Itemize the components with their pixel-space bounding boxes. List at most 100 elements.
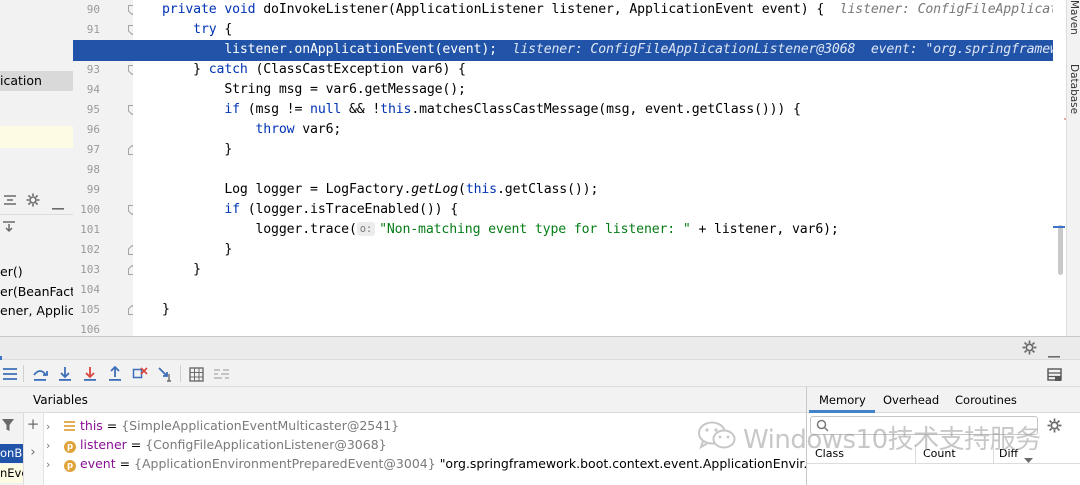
variable-name: event xyxy=(80,456,116,471)
watermark-text: Windows10技术支持服务 xyxy=(743,424,1041,455)
trace-stream-icon[interactable] xyxy=(212,365,230,383)
force-step-into-icon[interactable] xyxy=(81,365,99,383)
right-tool-strip: Maven Database xyxy=(1066,0,1080,336)
expand-icon[interactable]: › xyxy=(25,445,41,461)
gear-icon[interactable] xyxy=(1047,418,1062,437)
filter-frames-icon[interactable] xyxy=(2,220,16,237)
frame-item-selected[interactable]: onB xyxy=(0,444,23,463)
code-token: listener.onApplicationEvent(event); xyxy=(162,42,513,57)
code-line-current[interactable]: listener.onApplicationEvent(event); list… xyxy=(162,40,1053,60)
code-editor[interactable]: private void doInvokeListener(Applicatio… xyxy=(133,0,1053,336)
code-line[interactable]: } xyxy=(162,240,232,260)
variable-row[interactable]: › this = {SimpleApplicationEventMulticast… xyxy=(46,416,399,435)
project-panel: ication er() er(BeanFact ener, Applica xyxy=(0,0,73,336)
code-token: (msg != xyxy=(239,102,311,117)
line-number[interactable]: 91 xyxy=(73,20,100,40)
line-number[interactable]: 100 xyxy=(73,200,100,220)
code-token: } xyxy=(162,242,233,257)
code-token: this xyxy=(465,182,497,197)
code-line[interactable]: } catch (ClassCastException var6) { xyxy=(162,60,466,80)
layout-icon[interactable] xyxy=(1045,365,1063,383)
code-token: getLog xyxy=(411,182,459,197)
database-tool-tab[interactable]: Database xyxy=(1068,64,1080,114)
variable-name: listener xyxy=(80,437,127,452)
code-line[interactable]: Log logger = LogFactory.getLog(this.getC… xyxy=(162,180,598,200)
chevron-right-icon[interactable]: › xyxy=(46,417,58,436)
tab-overhead[interactable]: Overhead xyxy=(883,393,939,407)
frame-item[interactable]: er() xyxy=(0,262,23,282)
scroll-position-mark xyxy=(1053,226,1065,228)
code-line[interactable]: private void doInvokeListener(Applicatio… xyxy=(162,0,1053,20)
line-number[interactable]: 94 xyxy=(73,80,100,100)
frame-item[interactable]: nEve xyxy=(0,464,23,483)
code-line[interactable]: String msg = var6.getMessage(); xyxy=(162,80,466,100)
line-number[interactable]: 104 xyxy=(73,280,100,300)
step-over-icon[interactable] xyxy=(31,365,49,383)
line-number[interactable]: 93 xyxy=(73,60,100,80)
code-token: private void xyxy=(162,2,264,17)
code-token: try xyxy=(193,22,217,37)
code-token: } xyxy=(162,302,170,317)
filter-icon[interactable] xyxy=(2,419,14,435)
step-out-icon[interactable] xyxy=(106,365,124,383)
line-number[interactable]: 98 xyxy=(73,160,100,180)
variable-value: {SimpleApplicationEventMulticaster@2541} xyxy=(121,418,400,433)
code-line[interactable]: throw var6; xyxy=(162,120,341,140)
code-line[interactable]: if (msg != null && !this.matchesClassCas… xyxy=(162,100,801,120)
variable-row[interactable]: › p listener = {ConfigFileApplicationListe… xyxy=(46,435,387,454)
code-token: + listener, var6); xyxy=(690,222,839,237)
code-token: } xyxy=(162,62,209,77)
line-number[interactable]: 97 xyxy=(73,140,100,160)
divider xyxy=(23,365,24,382)
code-token: { xyxy=(216,22,233,37)
drop-frame-icon[interactable] xyxy=(131,365,149,383)
line-number[interactable]: 102 xyxy=(73,240,100,260)
frame-item[interactable]: ener, Applica xyxy=(0,301,73,321)
code-line[interactable]: } xyxy=(162,300,170,320)
line-number[interactable]: 96 xyxy=(73,120,100,140)
evaluate-expression-icon[interactable] xyxy=(187,365,205,383)
debug-panel-header xyxy=(0,336,1080,360)
project-tree-selected-item[interactable]: ication xyxy=(0,71,73,91)
code-line[interactable]: } xyxy=(162,140,232,160)
line-number[interactable]: 90 xyxy=(73,0,100,20)
code-line[interactable]: if (logger.isTraceEnabled()) { xyxy=(162,200,458,220)
variables-title: Variables xyxy=(33,393,88,407)
tab-coroutines[interactable]: Coroutines xyxy=(955,393,1017,407)
code-line[interactable]: logger.trace(o: "Non-matching event type … xyxy=(162,220,839,240)
code-token: "Non-matching event type for listener: " xyxy=(379,222,691,237)
collapse-icon[interactable] xyxy=(3,193,17,211)
line-number[interactable]: 103 xyxy=(73,260,100,280)
add-watch-button[interactable]: + xyxy=(25,416,41,432)
line-number[interactable]: 99 xyxy=(73,180,100,200)
active-tab-indicator xyxy=(809,410,875,413)
code-token: .matchesClassCastMessage(msg, event.getC… xyxy=(411,102,801,117)
line-number[interactable]: 101 xyxy=(73,220,100,240)
code-line[interactable]: } xyxy=(162,260,201,280)
tab-memory[interactable]: Memory xyxy=(819,393,866,407)
chevron-right-icon[interactable]: › xyxy=(46,436,58,455)
step-into-icon[interactable] xyxy=(56,365,74,383)
execution-point-gutter xyxy=(73,40,133,61)
chevron-right-icon[interactable]: › xyxy=(46,455,58,474)
line-number[interactable]: 105 xyxy=(73,300,100,320)
minimize-icon[interactable] xyxy=(52,199,64,215)
frames-toolbar xyxy=(0,190,73,214)
code-token: var6; xyxy=(294,122,342,137)
code-token: null xyxy=(310,102,342,117)
run-to-cursor-icon[interactable] xyxy=(156,365,174,383)
variable-name: this xyxy=(80,418,103,433)
maven-tool-tab[interactable]: Maven xyxy=(1068,0,1080,35)
code-line[interactable]: try { xyxy=(162,20,232,40)
variable-row[interactable]: › p event = {ApplicationEnvironmentPrepare… xyxy=(46,454,851,473)
gear-icon[interactable] xyxy=(26,193,40,211)
line-number[interactable]: 95 xyxy=(73,100,100,120)
variable-value: {ApplicationEnvironmentPreparedEvent@300… xyxy=(134,456,436,471)
gear-icon[interactable] xyxy=(1022,340,1037,359)
menu-lines-icon[interactable] xyxy=(1,365,19,383)
editor-scrollbar[interactable] xyxy=(1058,225,1063,275)
frame-item[interactable]: er(BeanFact xyxy=(0,282,73,302)
